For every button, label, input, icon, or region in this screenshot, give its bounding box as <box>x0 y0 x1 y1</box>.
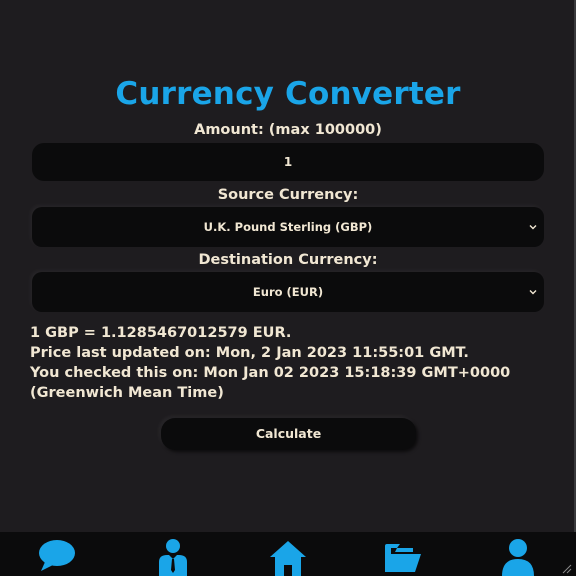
source-currency-value: U.K. Pound Sterling (GBP) <box>203 220 373 234</box>
checked-on-text: You checked this on: Mon Jan 02 2023 15:… <box>30 365 511 401</box>
conversion-result: 1 GBP = 1.1285467012579 EUR. Price last … <box>30 323 550 403</box>
bottom-nav <box>0 532 576 576</box>
home-icon <box>270 541 306 576</box>
nav-user[interactable] <box>498 538 538 576</box>
chevron-down-icon <box>529 290 537 295</box>
currency-converter-page: Currency Converter Amount: (max 100000) … <box>0 0 576 576</box>
nav-businessman[interactable] <box>153 538 193 576</box>
chat-icon <box>39 540 75 571</box>
user-icon <box>502 539 534 576</box>
source-currency-select[interactable]: U.K. Pound Sterling (GBP) <box>32 207 544 247</box>
chevron-down-icon <box>529 225 537 230</box>
nav-folder[interactable] <box>383 538 423 576</box>
destination-currency-select[interactable]: Euro (EUR) <box>32 272 544 312</box>
rate-text: 1 GBP = 1.1285467012579 EUR. <box>30 325 292 341</box>
source-currency-label: Source Currency: <box>217 187 359 203</box>
amount-input[interactable] <box>32 142 544 182</box>
destination-currency-value: Euro (EUR) <box>252 285 324 299</box>
amount-field[interactable] <box>32 142 544 182</box>
amount-label: Amount: (max 100000) <box>194 122 382 138</box>
page-title: Currency Converter <box>115 76 461 112</box>
nav-home[interactable] <box>268 538 308 576</box>
calculate-button[interactable]: Calculate <box>161 418 416 450</box>
businessman-icon <box>159 539 187 576</box>
destination-currency-label: Destination Currency: <box>198 252 378 268</box>
folder-icon <box>385 544 421 572</box>
nav-chat[interactable] <box>37 538 77 576</box>
resize-grip-icon[interactable] <box>560 562 572 574</box>
last-updated-text: Price last updated on: Mon, 2 Jan 2023 1… <box>30 345 469 361</box>
